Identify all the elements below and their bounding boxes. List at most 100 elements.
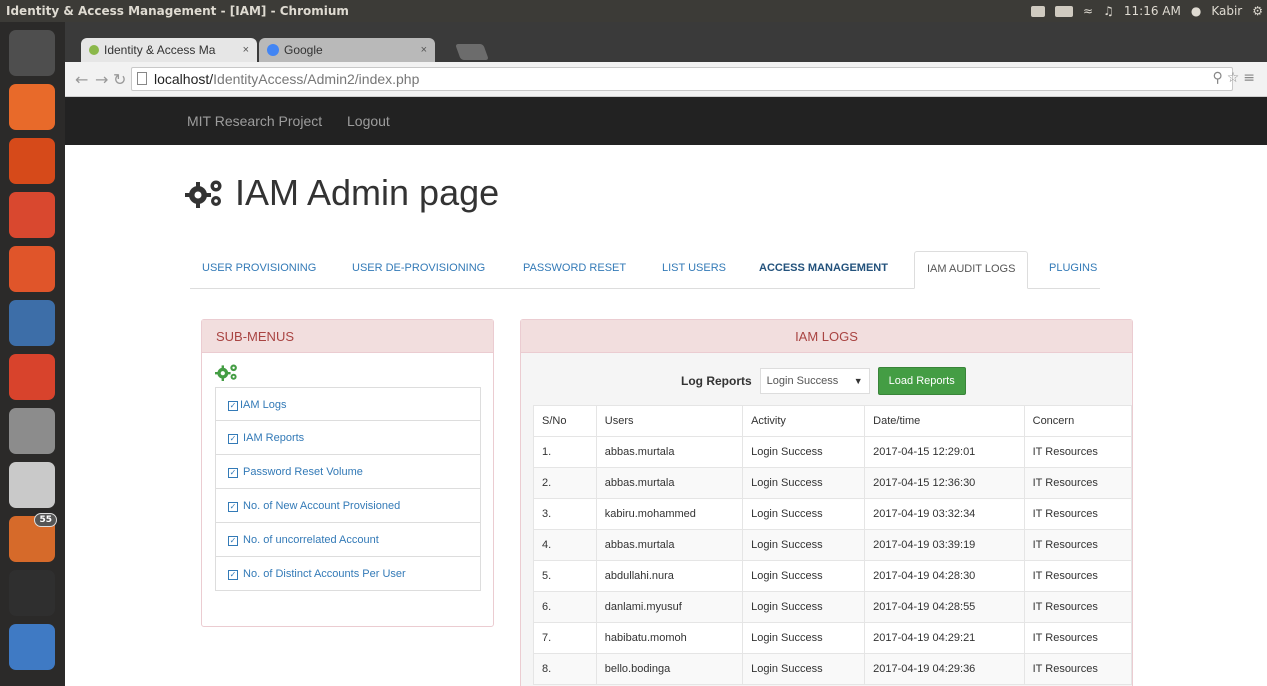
clock[interactable]: 11:16 AM — [1124, 4, 1181, 18]
reload-icon[interactable]: ↻ — [113, 70, 126, 89]
pdf-viewer-icon[interactable] — [9, 462, 55, 508]
checkbox-icon: ✓ — [228, 502, 238, 512]
column-header: Date/time — [864, 405, 1025, 437]
terminal-icon[interactable] — [9, 570, 55, 616]
checkbox-icon: ✓ — [228, 570, 238, 580]
submenu-iam-reports[interactable]: ✓ IAM Reports — [215, 421, 481, 455]
tab-iam-audit-logs[interactable]: IAM AUDIT LOGS — [914, 251, 1029, 289]
table-row: 3. kabiru.mohammed Login Success 2017-04-19… — [533, 498, 1133, 530]
close-tab-icon[interactable]: × — [421, 44, 427, 56]
browser-tab-label: Identity & Access Ma — [104, 43, 216, 57]
submenu-iam-logs[interactable]: ✓ IAM Logs — [215, 387, 481, 421]
table-cell: Login Success — [742, 529, 866, 561]
table-cell: 1. — [533, 436, 597, 468]
iam-logs-panel: IAM LOGS Log Reports Login Success ▼ Loa… — [520, 319, 1133, 686]
table-cell: abbas.murtala — [595, 436, 744, 468]
submenu-label: No. of Distinct Accounts Per User — [240, 568, 406, 580]
table-cell: Login Success — [742, 436, 866, 468]
table-cell: 2. — [533, 467, 597, 499]
load-reports-button[interactable]: Load Reports — [877, 367, 966, 395]
documents-icon[interactable] — [9, 408, 55, 454]
table-cell: IT Resources — [1023, 622, 1133, 654]
software-updater-icon[interactable]: 55 — [9, 513, 57, 562]
checkbox-icon: ✓ — [228, 468, 238, 478]
table-cell: kabiru.mohammed — [595, 498, 744, 530]
page-title: IAM Admin page — [185, 172, 499, 214]
table-cell: 2017-04-15 12:29:01 — [864, 436, 1025, 468]
volume-icon[interactable]: ♫ — [1103, 4, 1114, 18]
table-cell: IT Resources — [1023, 436, 1133, 468]
brand-link[interactable]: MIT Research Project — [187, 113, 322, 129]
table-cell: IT Resources — [1023, 560, 1133, 592]
tab-plugins[interactable]: PLUGINS — [1049, 251, 1097, 288]
ubuntu-software-icon[interactable] — [9, 246, 55, 292]
tab-access-management[interactable]: ACCESS MANAGEMENT — [759, 251, 888, 288]
close-tab-icon[interactable]: × — [243, 44, 249, 56]
checkbox-icon: ✓ — [228, 536, 238, 546]
window-title: Identity & Access Management - [IAM] - C… — [6, 4, 349, 18]
toolbar-icons[interactable]: ⚲☆≡ — [1212, 70, 1259, 86]
table-row: 2. abbas.murtala Login Success 2017-04-15 1… — [533, 467, 1133, 499]
browser-tab-iam[interactable]: Identity & Access Ma × — [81, 38, 257, 62]
new-tab-button[interactable] — [455, 44, 489, 60]
column-header: Activity — [742, 405, 866, 437]
launcher: 55 — [0, 22, 65, 686]
submenu-label: No. of uncorrelated Account — [240, 534, 379, 546]
writer-icon[interactable] — [9, 300, 55, 346]
submenu-label: Password Reset Volume — [240, 466, 363, 478]
table-cell: IT Resources — [1023, 529, 1133, 561]
settings-icon[interactable] — [9, 354, 55, 400]
column-header: Users — [595, 405, 744, 437]
table-cell: Login Success — [742, 498, 866, 530]
update-count-badge: 55 — [34, 513, 57, 527]
browser-toolbar: ← → ↻ localhost/IdentityAccess/Admin2/in… — [65, 62, 1267, 97]
submenu-list: ✓ IAM Logs ✓ IAM Reports ✓ Password Reset… — [215, 387, 481, 591]
tab-user-provisioning[interactable]: USER PROVISIONING — [202, 251, 316, 288]
submenu-distinct-accounts[interactable]: ✓ No. of Distinct Accounts Per User — [215, 557, 481, 591]
chromium-icon[interactable] — [9, 624, 55, 670]
wifi-icon[interactable]: ≈ — [1083, 4, 1093, 18]
forward-arrow-icon[interactable]: → — [95, 70, 108, 89]
table-cell: 8. — [533, 653, 597, 685]
table-cell: 2017-04-19 04:28:30 — [864, 560, 1025, 592]
column-header: Concern — [1023, 405, 1133, 437]
browser-tab-google[interactable]: Google × — [259, 38, 435, 62]
table-cell: Login Success — [742, 622, 866, 654]
browser-tab-label: Google — [284, 43, 323, 57]
url-path: IdentityAccess/Admin2/index.php — [213, 71, 420, 87]
battery-icon[interactable] — [1055, 5, 1074, 17]
table-row: 7. habibatu.momoh Login Success 2017-04-19 … — [533, 622, 1133, 654]
table-cell: 3. — [533, 498, 597, 530]
table-cell: 2017-04-19 03:32:34 — [864, 498, 1025, 530]
tab-user-deprovisioning[interactable]: USER DE-PROVISIONING — [352, 251, 485, 288]
page-title-text: IAM Admin page — [235, 172, 500, 213]
address-bar[interactable]: localhost/IdentityAccess/Admin2/index.ph… — [131, 67, 1233, 91]
back-arrow-icon[interactable]: ← — [75, 70, 88, 89]
files-icon[interactable] — [9, 84, 55, 130]
tab-list-users[interactable]: LIST USERS — [662, 251, 726, 288]
table-cell: 4. — [533, 529, 597, 561]
log-report-select[interactable]: Login Success ▼ — [759, 368, 870, 394]
user-name[interactable]: Kabir — [1211, 4, 1242, 18]
table-cell: IT Resources — [1023, 653, 1133, 685]
table-cell: habibatu.momoh — [595, 622, 744, 654]
logs-table: S/No Users Activity Date/time Concern 1. abba… — [533, 405, 1133, 685]
user-icon[interactable]: ● — [1191, 4, 1201, 18]
firefox-icon[interactable] — [9, 138, 55, 184]
mail-icon[interactable] — [9, 192, 55, 238]
submenu-password-reset-volume[interactable]: ✓ Password Reset Volume — [215, 455, 481, 489]
table-cell: 2017-04-19 04:29:21 — [864, 622, 1025, 654]
ubuntu-dash-icon[interactable] — [9, 30, 55, 76]
power-gear-icon[interactable]: ⚙ — [1252, 4, 1263, 18]
table-cell: abbas.murtala — [595, 467, 744, 499]
mail-indicator-icon[interactable] — [1031, 5, 1046, 17]
submenu-new-accounts[interactable]: ✓ No. of New Account Provisioned — [215, 489, 481, 523]
main-nav-tabs: USER PROVISIONING USER DE-PROVISIONING P… — [190, 251, 1100, 289]
logout-link[interactable]: Logout — [347, 113, 390, 129]
tab-password-reset[interactable]: PASSWORD RESET — [523, 251, 626, 288]
table-cell: 5. — [533, 560, 597, 592]
submenu-uncorrelated-accounts[interactable]: ✓ No. of uncorrelated Account — [215, 523, 481, 557]
google-favicon-icon — [267, 44, 279, 56]
submenu-heading: SUB-MENUS — [202, 320, 493, 353]
checkbox-icon: ✓ — [228, 434, 238, 444]
